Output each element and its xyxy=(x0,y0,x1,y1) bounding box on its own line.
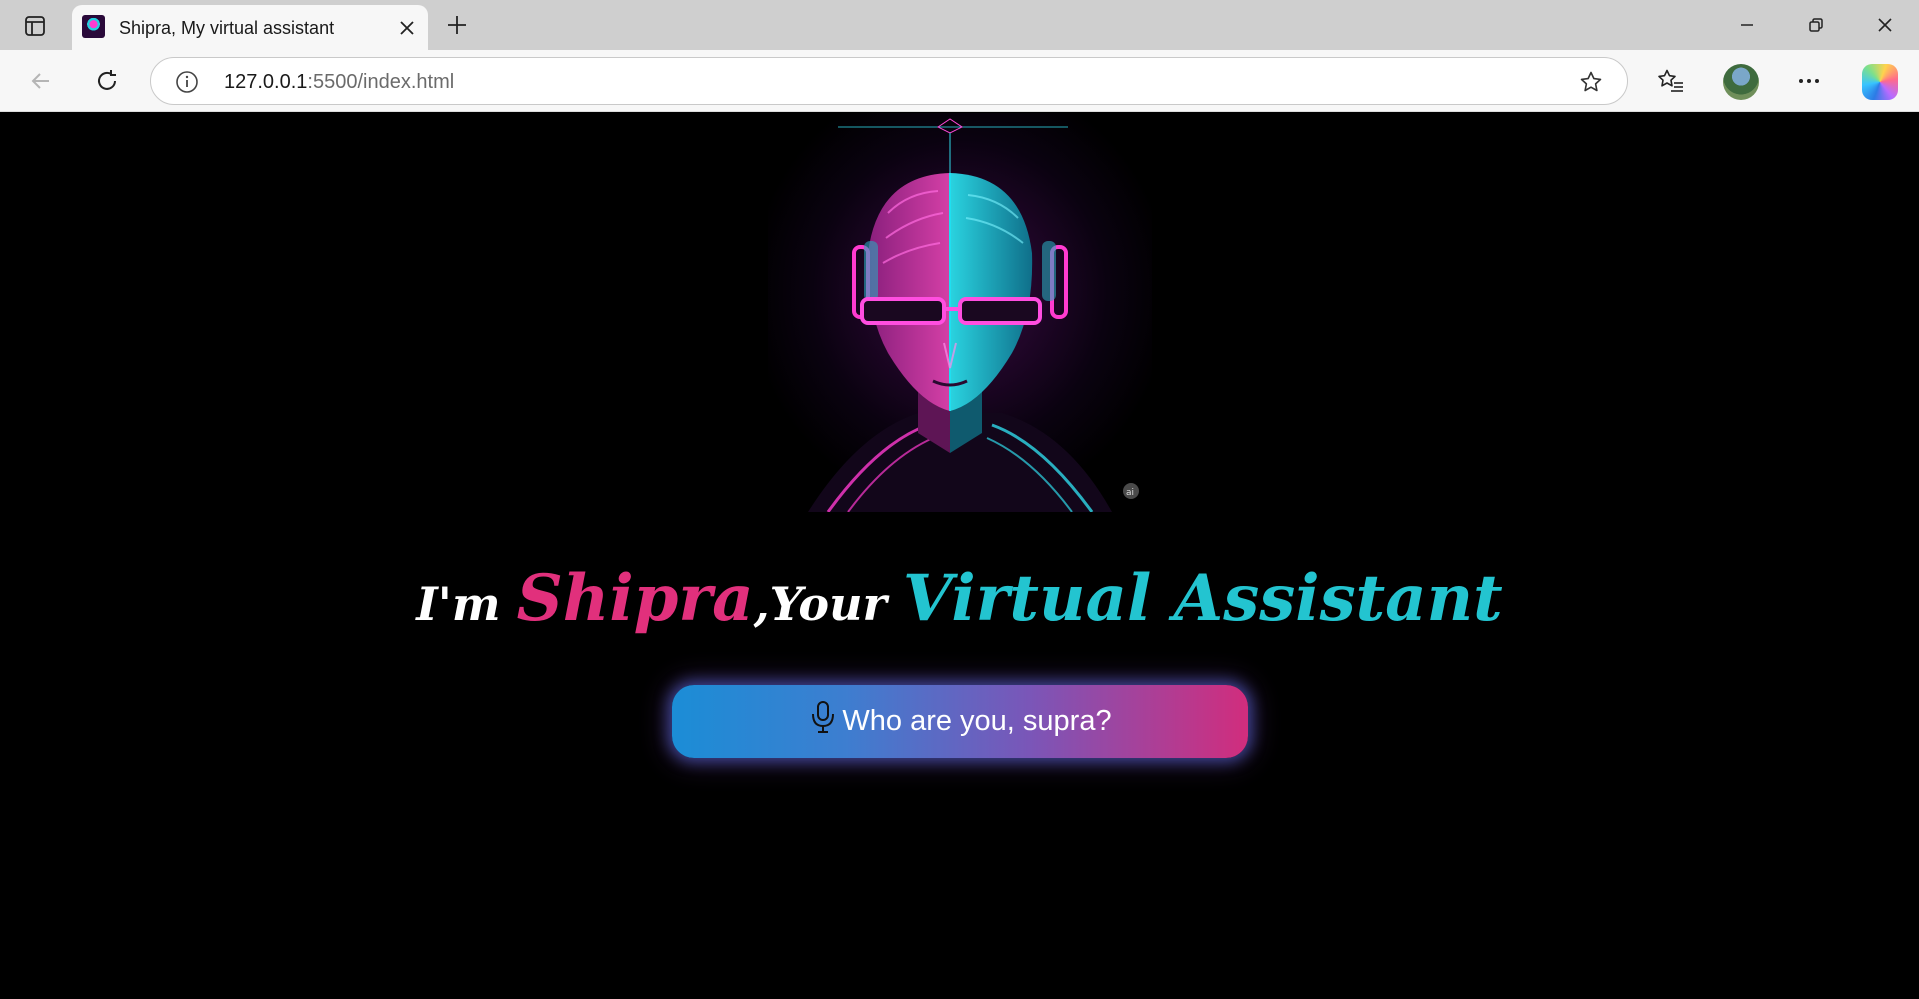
address-bar[interactable]: 127.0.0.1:5500/index.html xyxy=(150,57,1628,105)
microphone-icon xyxy=(808,699,838,735)
tab-strip: Shipra, My virtual assistant xyxy=(0,0,1919,50)
back-button[interactable] xyxy=(22,63,60,99)
minimize-button[interactable] xyxy=(1725,8,1769,42)
minimize-icon xyxy=(1741,24,1753,26)
cyber-assistant-illustration: ai xyxy=(768,113,1152,512)
close-window-button[interactable] xyxy=(1863,8,1907,42)
headline-your: ,Your xyxy=(753,577,903,631)
site-info-button[interactable] xyxy=(175,70,199,94)
refresh-icon xyxy=(98,70,116,90)
more-menu-button[interactable] xyxy=(1790,63,1828,99)
svg-text:ai: ai xyxy=(1126,488,1134,498)
profile-avatar[interactable] xyxy=(1723,64,1759,100)
back-arrow-icon xyxy=(31,73,49,89)
browser-toolbar: 127.0.0.1:5500/index.html xyxy=(0,50,1919,112)
favorites-icon xyxy=(1658,69,1683,92)
assistant-name: Shipra xyxy=(516,561,754,636)
browser-tab[interactable]: Shipra, My virtual assistant xyxy=(72,5,428,50)
voice-command-label: Who are you, supra? xyxy=(842,705,1112,737)
info-icon xyxy=(176,71,198,93)
more-icon xyxy=(1799,79,1819,83)
headline-intro: I'm xyxy=(416,577,517,631)
restore-icon xyxy=(1809,18,1823,32)
refresh-button[interactable] xyxy=(88,63,126,99)
favorite-button[interactable] xyxy=(1577,69,1605,95)
close-icon xyxy=(1878,18,1892,32)
url-host: 127.0.0.1 xyxy=(224,71,308,93)
voice-command-button[interactable]: Who are you, supra? xyxy=(672,685,1248,758)
page-headline: I'm Shipra,Your Virtual Assistant xyxy=(0,561,1919,636)
copilot-icon[interactable] xyxy=(1862,64,1898,100)
url-path: :5500/index.html xyxy=(307,71,455,93)
close-icon xyxy=(400,21,414,35)
page-content: ai I'm Shipra,Your Virtual Assistant Who… xyxy=(0,113,1919,999)
sidebar-toggle-button[interactable] xyxy=(16,10,54,42)
assistant-image: ai xyxy=(768,113,1152,512)
tab-close-button[interactable] xyxy=(394,15,420,41)
restore-button[interactable] xyxy=(1794,8,1838,42)
plus-icon xyxy=(448,16,466,34)
new-tab-button[interactable] xyxy=(441,9,473,41)
sidebar-icon xyxy=(25,16,45,36)
headline-role: Virtual Assistant xyxy=(902,561,1503,636)
star-icon xyxy=(1580,71,1602,92)
favicon-icon xyxy=(82,15,105,38)
favorites-button[interactable] xyxy=(1652,63,1690,99)
tab-title: Shipra, My virtual assistant xyxy=(119,18,335,38)
url-text: 127.0.0.1:5500/index.html xyxy=(224,71,454,94)
